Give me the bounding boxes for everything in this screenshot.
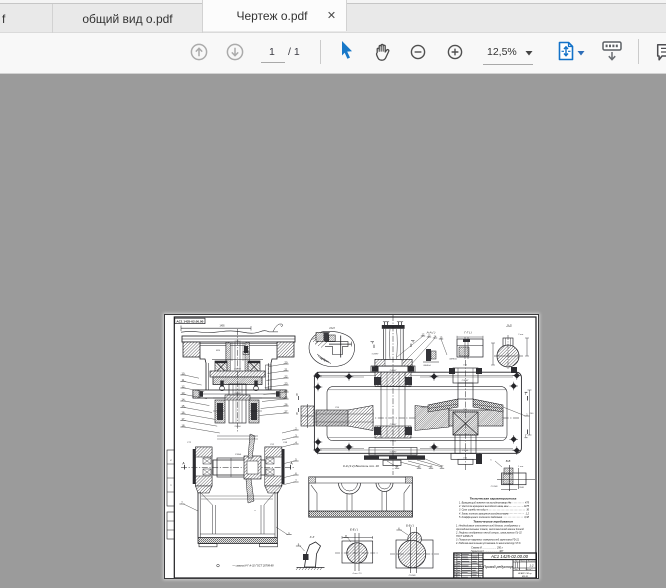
- svg-text:Г-Г ( ): Г-Г ( ): [464, 331, 471, 335]
- svg-text:Е-Е ( ): Е-Е ( ): [350, 528, 358, 532]
- svg-text:Техническая характеристика: Техническая характеристика: [470, 496, 517, 500]
- svg-text:Т: Т: [372, 341, 374, 345]
- svg-text:∅38k6: ∅38k6: [235, 453, 242, 456]
- svg-text:∅35k6: ∅35k6: [462, 449, 469, 452]
- svg-text:∅38Н7: ∅38Н7: [462, 379, 470, 382]
- svg-text:И-И: И-И: [330, 326, 335, 330]
- svg-text:2 отв.: 2 отв.: [518, 334, 524, 336]
- svg-text:П: П: [170, 485, 172, 487]
- svg-text:40Н8/к6: 40Н8/к6: [423, 365, 431, 367]
- svg-text:Х-Х: Х-Х: [309, 535, 315, 539]
- svg-text:∅28Н7: ∅28Н7: [372, 353, 380, 356]
- svg-text:∅68: ∅68: [283, 441, 288, 444]
- svg-text:∅35Н7: ∅35Н7: [390, 423, 398, 426]
- svg-text:∅30k6: ∅30k6: [390, 440, 397, 443]
- svg-text:Г: Г: [525, 392, 527, 396]
- svg-text:∅12Н8: ∅12Н8: [491, 485, 499, 488]
- svg-text:17: 17: [441, 465, 444, 468]
- svg-text:2. Частота вращения выходного: 2. Частота вращения выходного вала, мин: [458, 505, 509, 508]
- svg-text:АС1 1425-02.00.00: АС1 1425-02.00.00: [490, 554, 529, 559]
- svg-text:АС1 1425-02.00.00: АС1 1425-02.00.00: [176, 320, 203, 324]
- svg-text:∅45: ∅45: [463, 364, 468, 367]
- svg-text:0,98: 0,98: [524, 516, 529, 519]
- svg-text:Б-Б ( ): Б-Б ( ): [406, 524, 414, 528]
- svg-text:∅52: ∅52: [270, 443, 275, 446]
- svg-text:260: 260: [530, 413, 534, 415]
- svg-text:А-А ( ): А-А ( ): [426, 331, 436, 335]
- svg-text:Технические требования: Технические требования: [473, 519, 513, 523]
- svg-text:В-В: В-В: [506, 459, 511, 463]
- svg-text:МЗ-31: МЗ-31: [522, 576, 529, 578]
- svg-text:∅45Н7: ∅45Н7: [234, 392, 242, 395]
- svg-text:6: 6: [490, 460, 492, 462]
- svg-text:∅9Н8: ∅9Н8: [518, 486, 524, 489]
- svg-text:Листов 1: Листов 1: [526, 569, 533, 571]
- svg-text:Масштаб: Масштаб: [528, 561, 535, 563]
- svg-text:14: 14: [396, 465, 399, 468]
- svg-text:1. Вращающий момент на выходно: 1. Вращающий момент на выходном валу, Нм: [459, 502, 511, 505]
- svg-text:1 отв.: 1 отв.: [518, 466, 524, 468]
- svg-text:∅40k6: ∅40k6: [234, 425, 241, 428]
- svg-text:1475: 1475: [524, 505, 530, 508]
- svg-text:Д-Д: Д-Д: [506, 324, 512, 328]
- svg-text:Гарантия К ...................: Гарантия К ..................... 407: [471, 550, 504, 553]
- svg-text:НГАВТ СМ гр.: НГАВТ СМ гр.: [518, 572, 532, 575]
- svg-text:И: И: [170, 460, 172, 462]
- svg-text:Б: Б: [296, 412, 298, 416]
- svg-text:Привод-редуктор: Привод-редуктор: [483, 565, 512, 569]
- svg-text:36: 36: [526, 509, 529, 512]
- svg-text:К-К (1:2) Вентиль поз. 16: К-К (1:2) Вентиль поз. 16: [343, 464, 379, 468]
- svg-text:1,2: 1,2: [526, 512, 530, 515]
- svg-text:Г: Г: [525, 434, 527, 438]
- svg-text:А: А: [182, 461, 185, 465]
- svg-text:40Н8/к6: 40Н8/к6: [449, 359, 457, 361]
- svg-text:1:2: 1:2: [529, 564, 534, 568]
- svg-text:475: 475: [525, 502, 530, 505]
- svg-text:Лист 1: Лист 1: [514, 569, 519, 571]
- svg-text:М24: М24: [216, 350, 221, 352]
- svg-text:∅62Н7: ∅62Н7: [234, 368, 242, 371]
- svg-text:∅35k6: ∅35k6: [234, 340, 241, 343]
- svg-text:4. Запас полного вращения выхо: 4. Запас полного вращения выходного вала: [459, 512, 509, 515]
- svg-text:в: в: [254, 510, 256, 512]
- svg-text:∅30: ∅30: [463, 456, 468, 459]
- svg-text:4 отв. ∅9: 4 отв. ∅9: [352, 572, 362, 575]
- svg-text:∅52Н8: ∅52Н8: [409, 574, 417, 577]
- svg-text:4. Рабочая вентильная установк: 4. Рабочая вентильная установка по венти…: [456, 542, 521, 545]
- svg-text:— смазка И-Г-А-32 ГОСТ 20799-8: — смазка И-Г-А-32 ГОСТ 20799-88: [231, 564, 274, 568]
- svg-text:5. Коэффициент полезного дейст: 5. Коэффициент полезного действия: [459, 516, 503, 519]
- svg-text:1495: 1495: [219, 325, 225, 327]
- svg-text:Б: Б: [296, 393, 298, 397]
- svg-text:3. Срок службы на ходу, ч: 3. Срок службы на ходу, ч: [459, 509, 488, 512]
- svg-text:16: 16: [430, 465, 433, 468]
- svg-text:Масса: Масса: [521, 561, 526, 563]
- svg-text:∅40Н7: ∅40Н7: [390, 369, 398, 372]
- svg-text:∅50: ∅50: [335, 406, 340, 409]
- svg-text:∅25Н7: ∅25Н7: [390, 451, 398, 454]
- svg-text:∅72: ∅72: [187, 441, 192, 444]
- svg-text:15: 15: [418, 465, 421, 468]
